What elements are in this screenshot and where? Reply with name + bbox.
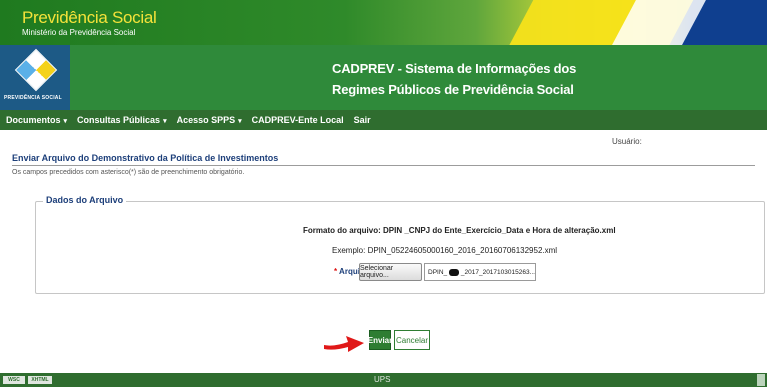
chevron-down-icon: ▾ <box>238 118 242 125</box>
app-title-line2: Regimes Públicos de Previdência Social <box>332 82 574 97</box>
fieldset-legend: Dados do Arquivo <box>43 195 127 205</box>
select-file-button[interactable]: Selecionar arquivo... <box>359 263 422 281</box>
nav-item-consultas-publicas[interactable]: Consultas Públicas ▾ <box>77 115 167 125</box>
file-name-suffix: _2017_2017103015263... <box>460 268 535 276</box>
brand-subtitle: Ministério da Previdência Social <box>22 28 136 37</box>
nav-item-label: Consultas Públicas <box>77 115 161 125</box>
chevron-down-icon: ▾ <box>63 118 68 125</box>
nav-item-label: Sair <box>353 115 371 125</box>
nav-item-cadprev-ente-local[interactable]: CADPREV-Ente Local <box>252 115 344 125</box>
file-name-prefix: DPIN_ <box>428 268 448 276</box>
page-title: Enviar Arquivo do Demonstrativo da Polít… <box>12 153 279 163</box>
nav-item-label: CADPREV-Ente Local <box>251 115 344 125</box>
scrollbar[interactable] <box>757 374 765 386</box>
main-nav: Documentos ▾ Consultas Públicas ▾ Acesso S… <box>0 110 767 130</box>
redaction-mark <box>449 268 459 276</box>
nav-item-acesso-spps[interactable]: Acesso SPPS ▾ <box>177 115 242 125</box>
footer-badge-wsc: WSC <box>3 376 25 384</box>
nav-item-label: Acesso SPPS <box>176 115 236 125</box>
top-banner: Previdência Social Ministério da Previdê… <box>0 0 767 45</box>
file-format-text: Formato do arquivo: DPIN _CNPJ do Ente_E… <box>303 226 616 235</box>
brand-title: Previdência Social <box>22 8 157 27</box>
send-button[interactable]: Enviar <box>368 330 392 350</box>
chevron-down-icon: ▾ <box>163 118 167 125</box>
user-label: Usuário: <box>612 137 642 146</box>
file-example-text: Exemplo: DPIN_05224605000160_2016_201607… <box>332 246 558 255</box>
heading-divider <box>12 165 755 166</box>
app-header: PREVIDÊNCIA SOCIAL <box>0 45 767 113</box>
selected-file-name: DPIN_ _2017_2017103015263... <box>424 263 536 281</box>
logo-diamond-icon <box>14 48 58 92</box>
previdencia-logo-icon[interactable]: PREVIDÊNCIA SOCIAL <box>0 45 70 110</box>
footer-bar: WSC XHTML UPS <box>0 373 767 387</box>
cancel-button[interactable]: Cancelar <box>394 330 430 350</box>
logo-text: PREVIDÊNCIA SOCIAL <box>4 95 62 101</box>
nav-item-label: Documentos <box>6 115 61 125</box>
nav-item-sair[interactable]: Sair <box>354 115 371 125</box>
footer-badge-xhtml: XHTML <box>28 376 52 384</box>
app-title-line1: CADPREV - Sistema de Informações dos <box>332 61 577 76</box>
red-arrow-icon <box>324 336 364 352</box>
footer-text: UPS <box>374 375 391 384</box>
nav-item-documentos[interactable]: Documentos ▾ <box>6 115 67 125</box>
required-fields-note: Os campos precedidos com asterisco(*) sã… <box>12 169 245 176</box>
